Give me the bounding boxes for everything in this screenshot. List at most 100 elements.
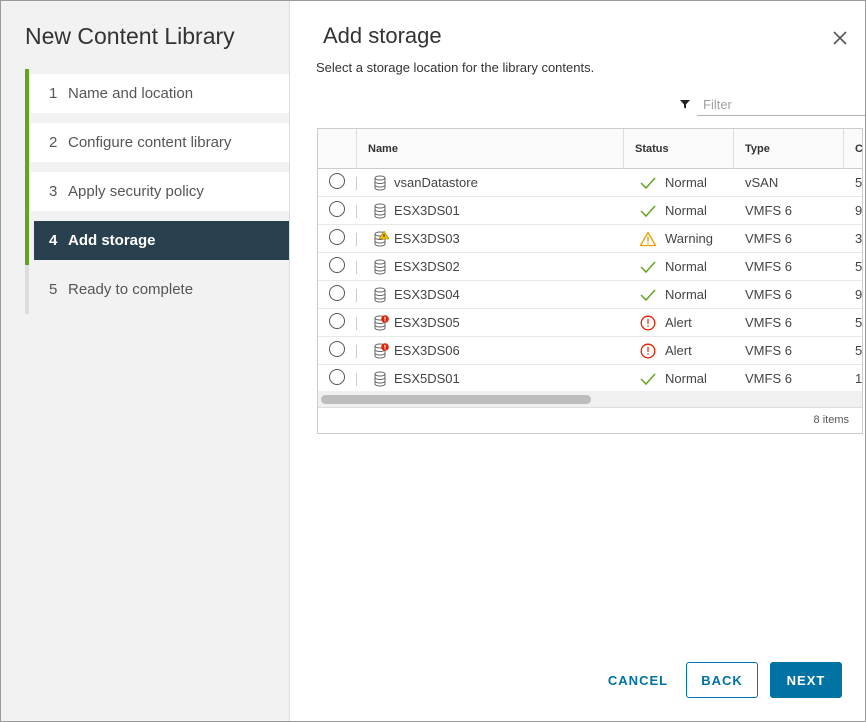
- step-number: 2: [49, 134, 58, 151]
- cell-name: ESX3DS04: [394, 287, 460, 302]
- datastore-alert-icon: [374, 315, 389, 331]
- cell-status: Alert: [665, 315, 692, 330]
- step-label: Apply security policy: [68, 183, 204, 200]
- wizard-step-apply-security-policy[interactable]: 3 Apply security policy: [25, 167, 289, 216]
- datastore-icon: [374, 287, 386, 303]
- table-row[interactable]: ESX3DS01 Normal VMFS 6 9: [318, 197, 863, 225]
- wizard-step-add-storage[interactable]: 4 Add storage: [25, 216, 289, 265]
- cell-name: ESX3DS03: [394, 231, 460, 246]
- datastore-icon: [374, 203, 386, 219]
- cell-type: VMFS 6: [745, 259, 792, 274]
- cell-status: Warning: [665, 231, 713, 246]
- datagrid-header: Name Status Type C: [318, 129, 862, 169]
- step-progress-bar: [25, 69, 29, 118]
- new-content-library-dialog: New Content Library 1 Name and location …: [0, 0, 866, 722]
- check-icon: [640, 373, 656, 386]
- page-subtitle: Select a storage location for the librar…: [316, 60, 595, 75]
- step-progress-bar: [25, 216, 29, 265]
- step-number: 3: [49, 183, 58, 200]
- cell-name: ESX3DS06: [394, 343, 460, 358]
- cell-name: ESX5DS01: [394, 371, 460, 386]
- cell-capacity: 1.: [855, 371, 863, 386]
- step-number: 5: [49, 281, 58, 298]
- scrollbar-thumb[interactable]: [321, 395, 591, 404]
- cell-name: ESX3DS01: [394, 203, 460, 218]
- column-header-capacity[interactable]: C: [843, 129, 862, 169]
- step-number: 1: [49, 85, 58, 102]
- alert-icon: [640, 315, 656, 331]
- filter-icon: [680, 100, 690, 109]
- wizard-title: New Content Library: [25, 23, 235, 49]
- datastore-icon: [374, 259, 386, 275]
- horizontal-scrollbar[interactable]: [318, 391, 862, 408]
- column-header-status[interactable]: Status: [623, 129, 733, 169]
- datastore-icon: [374, 371, 386, 387]
- cell-capacity: 5: [855, 315, 863, 330]
- column-header-type[interactable]: Type: [733, 129, 843, 169]
- cell-name: ESX3DS05: [394, 315, 460, 330]
- cell-type: VMFS 6: [745, 315, 792, 330]
- step-label: Name and location: [68, 85, 194, 102]
- cell-status: Normal: [665, 259, 707, 274]
- row-radio[interactable]: [329, 369, 345, 385]
- cell-status: Alert: [665, 343, 692, 358]
- cell-name: vsanDatastore: [394, 175, 478, 190]
- cell-name: ESX3DS02: [394, 259, 460, 274]
- check-icon: [640, 177, 656, 190]
- cell-capacity: 9: [855, 287, 863, 302]
- check-icon: [640, 289, 656, 302]
- step-progress-bar: [25, 265, 29, 314]
- step-label: Configure content library: [68, 134, 232, 151]
- step-number: 4: [49, 232, 58, 249]
- cell-capacity: 9: [855, 203, 863, 218]
- table-row[interactable]: ESX3DS05 Alert VMFS 6 5: [318, 309, 863, 337]
- cell-type: VMFS 6: [745, 343, 792, 358]
- item-count: 8 items: [813, 414, 849, 426]
- wizard-step-name-and-location[interactable]: 1 Name and location: [25, 69, 289, 118]
- check-icon: [640, 261, 656, 274]
- column-header-name[interactable]: Name: [356, 129, 623, 169]
- row-radio[interactable]: [329, 285, 345, 301]
- wizard-step-ready-to-complete: 5 Ready to complete: [25, 265, 289, 314]
- cell-type: VMFS 6: [745, 231, 792, 246]
- cell-status: Normal: [665, 175, 707, 190]
- cell-type: VMFS 6: [745, 371, 792, 386]
- filter-input[interactable]: [697, 94, 865, 116]
- table-row[interactable]: ESX3DS06 Alert VMFS 6 5: [318, 337, 863, 365]
- datastore-warning-icon: [374, 231, 389, 247]
- step-label: Ready to complete: [68, 281, 194, 298]
- table-row[interactable]: vsanDatastore Normal vSAN 5: [318, 169, 863, 197]
- step-progress-bar: [25, 167, 29, 216]
- table-row[interactable]: ESX3DS02 Normal VMFS 6 5: [318, 253, 863, 281]
- next-button[interactable]: NEXT: [770, 662, 842, 698]
- warning-icon: [639, 231, 657, 247]
- row-radio[interactable]: [329, 201, 345, 217]
- table-row[interactable]: ESX5DS01 Normal VMFS 6 1.: [318, 365, 863, 393]
- cell-status: Normal: [665, 203, 707, 218]
- datastore-alert-icon: [374, 343, 389, 359]
- cell-status: Normal: [665, 371, 707, 386]
- back-button[interactable]: BACK: [686, 662, 758, 698]
- step-label: Add storage: [68, 232, 156, 249]
- wizard-steps: 1 Name and location 2 Configure content …: [25, 69, 289, 319]
- cell-capacity: 5: [855, 175, 863, 190]
- cell-capacity: 5: [855, 343, 863, 358]
- check-icon: [640, 205, 656, 218]
- row-radio[interactable]: [329, 313, 345, 329]
- alert-icon: [640, 343, 656, 359]
- table-row[interactable]: ESX3DS03 Warning VMFS 6 3: [318, 225, 862, 253]
- row-radio[interactable]: [329, 257, 345, 273]
- row-radio[interactable]: [329, 341, 345, 357]
- close-button[interactable]: [829, 27, 851, 49]
- filter-box: [679, 94, 865, 116]
- page-title: Add storage: [323, 23, 442, 48]
- cancel-button[interactable]: CANCEL: [603, 662, 673, 698]
- row-radio[interactable]: [329, 229, 345, 245]
- wizard-step-configure-content-library[interactable]: 2 Configure content library: [25, 118, 289, 167]
- cell-type: vSAN: [745, 175, 779, 190]
- row-radio[interactable]: [329, 173, 345, 189]
- cell-capacity: 5: [855, 259, 863, 274]
- close-icon: [833, 31, 847, 45]
- storage-datagrid: Name Status Type C vsanDatastore Normal …: [317, 128, 863, 434]
- table-row[interactable]: ESX3DS04 Normal VMFS 6 9: [318, 281, 863, 309]
